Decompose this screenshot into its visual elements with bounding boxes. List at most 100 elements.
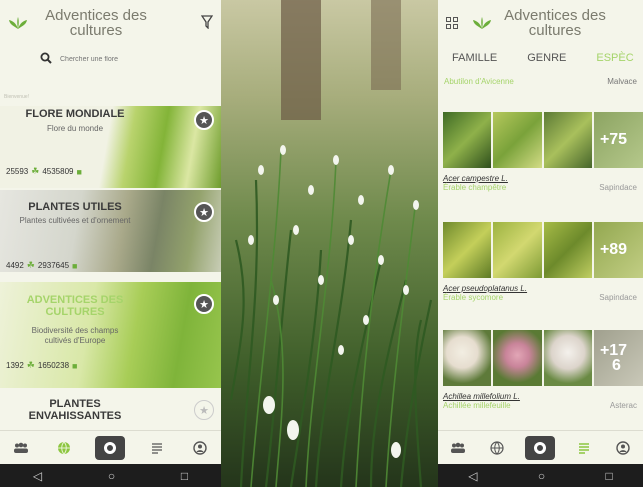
- community-icon[interactable]: [10, 437, 32, 459]
- species-photo[interactable]: [543, 222, 592, 278]
- species-photo[interactable]: [493, 222, 542, 278]
- camera-icon[interactable]: [95, 435, 126, 460]
- species-common-name: Érable champêtre: [443, 183, 507, 192]
- more-photos-badge[interactable]: +17 6: [593, 330, 643, 386]
- snowdrop-photo: [221, 0, 438, 487]
- android-nav-bar: ◁ ○ □: [438, 464, 643, 487]
- star-icon[interactable]: ★: [194, 202, 214, 222]
- list-icon[interactable]: [573, 437, 595, 459]
- species-thumbnails: +89: [438, 222, 643, 278]
- snowdrop-illustration: [229, 0, 433, 487]
- search-row[interactable]: [0, 46, 221, 72]
- right-screen: Adventices des cultures FAMILLE GENRE ES…: [438, 0, 643, 487]
- tab-espece[interactable]: ESPÈC: [596, 52, 633, 64]
- bottom-toolbar: [0, 430, 221, 464]
- photo-small-icon: ■: [72, 360, 78, 371]
- species-photo[interactable]: [543, 330, 592, 386]
- recent-apps-icon[interactable]: □: [606, 469, 613, 483]
- search-input[interactable]: [60, 55, 180, 63]
- home-icon[interactable]: ○: [108, 469, 115, 483]
- card-subtitle: Flore du monde: [46, 124, 104, 133]
- star-icon[interactable]: ★: [194, 110, 214, 130]
- card-counts: 25593 ☘ 4535809 ■: [6, 166, 82, 177]
- app-header: Adventices des cultures: [438, 0, 643, 46]
- card-subtitle: Plantes cultivées et d'ornement: [19, 216, 131, 225]
- more-photos-count-line1: +17: [599, 342, 628, 359]
- species-common-name: Achillée millefeuille: [443, 401, 511, 410]
- leaf-logo-icon: [8, 16, 28, 30]
- species-common-row: Achillée millefeuille Asterac: [438, 401, 643, 410]
- profile-icon[interactable]: [189, 437, 211, 459]
- species-photo[interactable]: [493, 112, 542, 168]
- grid-icon[interactable]: [446, 17, 458, 29]
- species-photo[interactable]: [443, 330, 492, 386]
- community-icon[interactable]: [447, 437, 469, 459]
- search-icon[interactable]: [40, 52, 52, 67]
- more-photos-badge[interactable]: +75: [593, 112, 643, 168]
- flora-card-world[interactable]: FLORE MONDIALE Flore du monde 25593 ☘ 45…: [0, 106, 221, 188]
- app-header: Adventices des cultures: [0, 0, 221, 46]
- camera-icon[interactable]: [525, 435, 556, 460]
- observation-count: 4535809: [42, 167, 74, 176]
- back-icon[interactable]: ◁: [33, 469, 42, 483]
- list-icon[interactable]: [146, 437, 168, 459]
- observation-count: 1650238: [37, 361, 70, 370]
- species-row[interactable]: +75 Acer campestre L. Érable champêtre S…: [438, 112, 643, 192]
- species-photo[interactable]: [493, 330, 542, 386]
- flora-card-weeds[interactable]: ADVENTICES DES CULTURES Biodiversité des…: [0, 282, 221, 388]
- photo-small-icon: ■: [72, 260, 78, 271]
- more-photos-badge[interactable]: +89: [593, 222, 643, 278]
- species-row[interactable]: +17 6 Achillea millefolium L. Achillée m…: [438, 330, 643, 410]
- profile-icon[interactable]: [612, 437, 634, 459]
- flora-card-useful[interactable]: PLANTES UTILES Plantes cultivées et d'or…: [0, 190, 221, 272]
- app-title-line1: Adventices des: [45, 7, 147, 24]
- card-title-line1: ADVENTICES DES: [26, 294, 124, 306]
- species-family: Asterac: [609, 401, 637, 410]
- species-row[interactable]: +89 Acer pseudoplatanus L. Érable sycomo…: [438, 222, 643, 302]
- species-thumbnails: +75: [438, 112, 643, 168]
- taxonomy-tabs: FAMILLE GENRE ESPÈC: [438, 46, 643, 70]
- flora-card-invasive[interactable]: PLANTES ENVAHISSANTES ★: [0, 388, 221, 432]
- species-latin-name[interactable]: Achillea millefolium L.: [438, 392, 643, 401]
- species-common-row: Érable champêtre Sapindace: [438, 183, 643, 192]
- species-common-row: Érable sycomore Sapindace: [438, 293, 643, 302]
- leaf-logo-icon: [472, 16, 492, 30]
- filter-icon[interactable]: [200, 14, 214, 32]
- leaf-small-icon: ☘: [26, 360, 35, 370]
- globe-icon[interactable]: [486, 437, 508, 459]
- leaf-small-icon: ☘: [31, 166, 40, 176]
- more-photos-count-line2: 6: [611, 357, 621, 374]
- card-title-line2: ENVAHISSANTES: [28, 410, 122, 422]
- photo-small-icon: ■: [76, 166, 82, 177]
- star-icon[interactable]: ★: [194, 400, 214, 420]
- species-photo[interactable]: [543, 112, 592, 168]
- tab-famille[interactable]: FAMILLE: [452, 52, 497, 64]
- globe-icon[interactable]: [53, 437, 75, 459]
- app-title: Adventices des cultures: [500, 8, 610, 38]
- card-subtitle-line2: cultivés d'Europe: [44, 336, 106, 345]
- tab-genre[interactable]: GENRE: [527, 52, 566, 64]
- star-icon[interactable]: ★: [194, 294, 214, 314]
- list-item[interactable]: Abutilon d'Avicenne Malvace: [438, 70, 643, 92]
- card-title: PLANTES ENVAHISSANTES: [0, 398, 150, 422]
- species-count: 4492: [6, 261, 24, 270]
- bottom-toolbar: [438, 430, 643, 464]
- species-family: Sapindace: [599, 183, 637, 192]
- card-title: PLANTES UTILES: [28, 201, 122, 213]
- left-screen: Adventices des cultures Bienvenue! FLORE…: [0, 0, 221, 487]
- home-icon[interactable]: ○: [538, 469, 545, 483]
- species-latin-name[interactable]: Acer campestre L.: [438, 174, 643, 183]
- back-icon[interactable]: ◁: [468, 469, 477, 483]
- species-latin-name[interactable]: Acer pseudoplatanus L.: [438, 284, 643, 293]
- app-title: Adventices des cultures: [36, 8, 156, 38]
- species-count: 25593: [6, 167, 29, 176]
- card-title: FLORE MONDIALE: [25, 108, 125, 120]
- leaf-small-icon: ☘: [26, 260, 35, 270]
- card-subtitle-line1: Biodiversité des champs: [31, 326, 119, 335]
- observation-count: 2937645: [37, 261, 70, 270]
- species-photo[interactable]: [443, 112, 492, 168]
- recent-apps-icon[interactable]: □: [181, 469, 188, 483]
- card-counts: 4492 ☘ 2937645 ■: [6, 260, 77, 271]
- species-photo[interactable]: [443, 222, 492, 278]
- card-counts: 1392 ☘ 1650238 ■: [6, 360, 77, 371]
